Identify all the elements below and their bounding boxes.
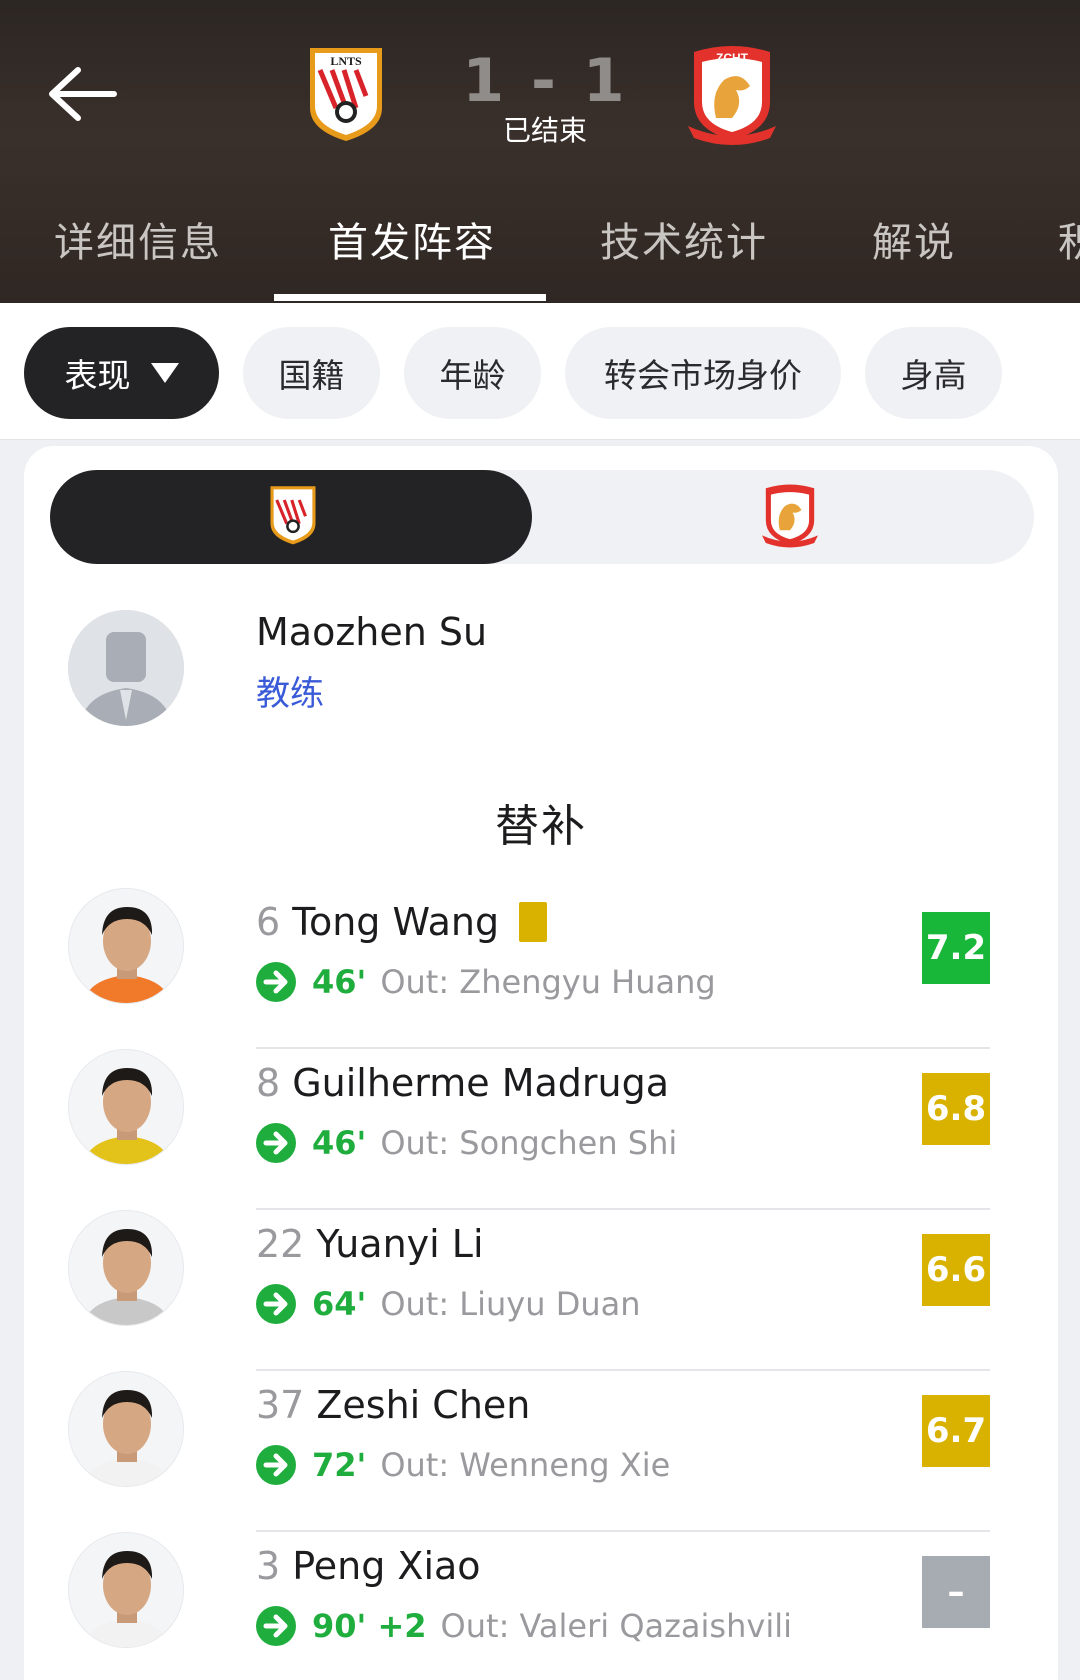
sub-minute: 64' <box>312 1285 367 1323</box>
player-number: 22 <box>256 1222 305 1266</box>
player-avatar <box>68 1210 184 1326</box>
player-name: Tong Wang <box>292 900 500 944</box>
player-avatar <box>68 1049 184 1165</box>
player-rating-badge: 6.6 <box>922 1234 990 1306</box>
back-arrow-icon[interactable] <box>44 62 120 126</box>
filter-height[interactable]: 身高 <box>865 327 1002 419</box>
filter-performance-dropdown[interactable]: 表现 <box>24 327 219 419</box>
player-number: 8 <box>256 1061 281 1105</box>
player-name-line: 8 Guilherme Madruga <box>256 1061 669 1105</box>
player-name: Guilherme Madruga <box>292 1061 670 1105</box>
team-toggle-home[interactable] <box>50 470 532 564</box>
substitutes-heading: 替补 <box>495 801 587 852</box>
tab-standings[interactable]: 积 <box>1058 210 1080 268</box>
player-photo <box>69 889 183 1003</box>
sub-minute: 46' <box>312 1124 367 1162</box>
player-photo <box>69 1372 183 1486</box>
home-crest-text: LNTS <box>330 54 362 68</box>
substitute-row[interactable]: 37 Zeshi Chen 72' Out: Wenneng Xie 6.7 <box>68 1371 1034 1532</box>
player-photo <box>69 1533 183 1647</box>
sub-in-arrow-icon <box>256 1445 296 1485</box>
active-tab-indicator <box>274 294 546 301</box>
substitute-row[interactable]: 22 Yuanyi Li 64' Out: Liuyu Duan 6.6 <box>68 1210 1034 1371</box>
filter-chip-bar: 表现 国籍 年龄 转会市场身价 身高 <box>0 303 1080 440</box>
player-name: Zeshi Chen <box>316 1383 531 1427</box>
tab-bar: 详细信息 首发阵容 技术统计 解说 积 <box>0 196 1080 303</box>
match-status: 已结束 <box>502 114 587 147</box>
player-photo <box>69 1050 183 1164</box>
sub-in-arrow-icon <box>256 962 296 1002</box>
sub-out-player: Out: Songchen Shi <box>380 1124 678 1162</box>
match-header: LNTS 1 - 1 已结束 ZCHT 详细信息 首发阵容 技术统计 解说 积 <box>0 0 1080 303</box>
tab-details[interactable]: 详细信息 <box>54 210 222 268</box>
sub-in-arrow-icon <box>256 1123 296 1163</box>
tab-lineups[interactable]: 首发阵容 <box>328 210 496 268</box>
player-name-line: 37 Zeshi Chen <box>256 1383 530 1427</box>
yellow-card-icon <box>519 902 548 942</box>
match-score: 1 - 1 <box>462 46 628 116</box>
player-number: 6 <box>256 900 281 944</box>
filter-age[interactable]: 年龄 <box>404 327 541 419</box>
person-placeholder-icon <box>68 610 184 726</box>
player-name-line: 3 Peng Xiao <box>256 1544 481 1588</box>
player-avatar <box>68 1371 184 1487</box>
team-toggle <box>50 470 1034 564</box>
player-name-line: 22 Yuanyi Li <box>256 1222 484 1266</box>
tab-commentary[interactable]: 解说 <box>872 210 956 268</box>
substitute-row[interactable]: 3 Peng Xiao 90' +2 Out: Valeri Qazaishvi… <box>68 1532 1034 1680</box>
sub-out-player: Out: Liuyu Duan <box>380 1285 641 1323</box>
filter-nationality[interactable]: 国籍 <box>243 327 380 419</box>
substitution-info: 46' Out: Songchen Shi <box>256 1123 677 1163</box>
tab-stats[interactable]: 技术统计 <box>600 210 768 268</box>
filter-market-value[interactable]: 转会市场身价 <box>565 327 841 419</box>
player-name-line: 6 Tong Wang <box>256 900 548 944</box>
home-team-crest[interactable]: LNTS <box>306 44 386 144</box>
player-number: 37 <box>256 1383 305 1427</box>
player-name: Yuanyi Li <box>316 1222 484 1266</box>
away-team-crest[interactable]: ZCHT <box>688 42 776 146</box>
sub-in-arrow-icon <box>256 1284 296 1324</box>
team-toggle-away[interactable] <box>762 480 818 550</box>
home-team-crest-small <box>270 486 316 545</box>
player-photo <box>69 1211 183 1325</box>
substitution-info: 72' Out: Wenneng Xie <box>256 1445 670 1485</box>
player-avatar <box>68 888 184 1004</box>
lineup-card: Maozhen Su 教练 替补 6 Tong Wang 46' Out: Zh… <box>24 446 1058 1680</box>
substitute-row[interactable]: 6 Tong Wang 46' Out: Zhengyu Huang 7.2 <box>68 888 1034 1049</box>
coach-name: Maozhen Su <box>256 610 488 654</box>
sub-minute: 72' <box>312 1446 367 1484</box>
player-number: 3 <box>256 1544 281 1588</box>
player-rating-badge: 7.2 <box>922 912 990 984</box>
coach-role: 教练 <box>256 674 324 714</box>
sub-out-player: Out: Valeri Qazaishvili <box>440 1607 792 1645</box>
substitution-info: 64' Out: Liuyu Duan <box>256 1284 641 1324</box>
substitution-info: 90' +2 Out: Valeri Qazaishvili <box>256 1606 792 1646</box>
sub-minute: 46' <box>312 963 367 1001</box>
substitution-info: 46' Out: Zhengyu Huang <box>256 962 716 1002</box>
away-crest-text: ZCHT <box>716 51 749 65</box>
caret-down-icon <box>150 363 179 383</box>
substitute-row[interactable]: 8 Guilherme Madruga 46' Out: Songchen Sh… <box>68 1049 1034 1210</box>
player-rating-badge: 6.8 <box>922 1073 990 1145</box>
filter-performance-label: 表现 <box>64 356 131 395</box>
coach-row[interactable]: Maozhen Su 教练 <box>68 610 1008 730</box>
player-name: Peng Xiao <box>292 1544 481 1588</box>
sub-out-player: Out: Wenneng Xie <box>380 1446 671 1484</box>
added-time: +2 <box>377 1607 427 1645</box>
player-rating-badge: 6.7 <box>922 1395 990 1467</box>
sub-out-player: Out: Zhengyu Huang <box>380 963 716 1001</box>
coach-avatar <box>68 610 184 726</box>
player-rating-badge: – <box>922 1556 990 1628</box>
sub-in-arrow-icon <box>256 1606 296 1646</box>
sub-minute: 90' +2 <box>312 1607 427 1645</box>
player-avatar <box>68 1532 184 1648</box>
